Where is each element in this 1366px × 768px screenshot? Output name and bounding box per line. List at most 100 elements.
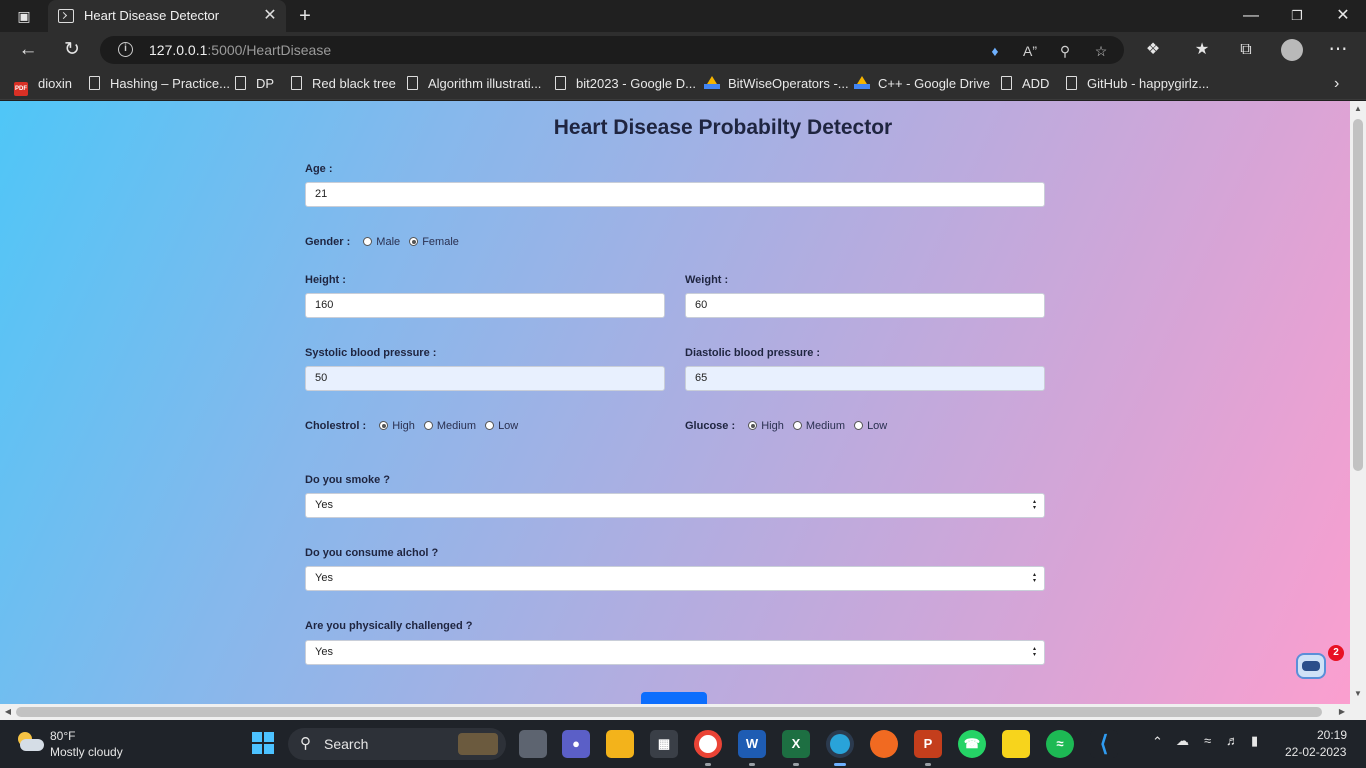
excel-icon[interactable]: X (782, 730, 810, 758)
bookmark-item[interactable]: Hashing – Practice... (89, 68, 230, 100)
refresh-icon[interactable]: ↻ (58, 36, 86, 64)
add-favorite-icon[interactable]: ☆ (1090, 40, 1112, 62)
address-bar[interactable]: i 127.0.0.1:5000/HeartDisease ♦ A” ⚲ ☆ (100, 36, 1124, 64)
glucose-low-radio[interactable] (854, 421, 864, 430)
excel-running-indicator (793, 763, 799, 766)
cholestrol-low-label: Low (498, 420, 519, 432)
bookmark-item[interactable]: GitHub - happygirlz... (1066, 68, 1209, 100)
zoom-icon[interactable]: ⚲ (1054, 40, 1076, 62)
glucose-high-radio[interactable] (748, 421, 758, 430)
bookmark-item[interactable]: DP (235, 68, 274, 100)
document-icon (235, 76, 246, 90)
tab-heart-disease-detector[interactable]: Heart Disease Detector ✕ (48, 0, 286, 32)
taskbar-search[interactable]: ⚲ Search (288, 728, 506, 760)
windows-start-icon[interactable] (250, 730, 276, 758)
powerpoint-running-indicator (925, 763, 931, 766)
bookmark-item[interactable]: PDF dioxin (14, 68, 72, 100)
bookmark-item[interactable]: BitWiseOperators -... (704, 68, 849, 100)
cholestrol-low-radio[interactable] (485, 421, 495, 430)
cholestrol-medium-label: Medium (436, 420, 476, 432)
bookmark-item[interactable]: Algorithm illustrati... (407, 68, 541, 100)
profile-avatar[interactable] (1278, 36, 1306, 64)
smoke-select[interactable]: Yes (305, 493, 1045, 518)
systolic-input[interactable]: 50 (305, 366, 665, 391)
site-info-icon[interactable]: i (118, 42, 133, 57)
new-tab-button[interactable]: + (290, 0, 320, 32)
age-input[interactable]: 21 (305, 182, 1045, 207)
collections-icon[interactable]: ⧉ (1232, 36, 1260, 64)
back-icon[interactable]: ← (14, 36, 42, 64)
microsoft-store-icon[interactable]: ▦ (650, 730, 678, 758)
gender-male-radio[interactable] (363, 237, 373, 246)
cholestrol-medium-radio[interactable] (423, 421, 433, 430)
submit-button[interactable] (641, 692, 707, 704)
url-text: 127.0.0.1:5000/HeartDisease (149, 42, 332, 58)
robot-icon (1296, 653, 1326, 679)
favorites-icon[interactable]: ★ (1188, 36, 1216, 64)
document-icon (407, 76, 418, 90)
scroll-right-arrow-icon[interactable]: ▶ (1334, 704, 1350, 720)
weight-input[interactable]: 60 (685, 293, 1045, 318)
show-hidden-icons-chevron-icon[interactable]: ⌃ (1152, 734, 1163, 750)
powerpoint-icon[interactable]: P (914, 730, 942, 758)
more-menu-icon[interactable]: ⋯ (1324, 36, 1352, 64)
bookmark-item[interactable]: ADD (1001, 68, 1049, 100)
physical-select[interactable]: Yes (305, 640, 1045, 665)
document-icon (1066, 76, 1077, 90)
volume-icon[interactable]: ♬ (1226, 733, 1239, 748)
weather-temp: 80°F (50, 729, 76, 743)
bookmarks-overflow-chevron-icon[interactable]: › (1334, 68, 1339, 100)
scroll-left-arrow-icon[interactable]: ◀ (0, 704, 16, 720)
tab-title: Heart Disease Detector (84, 8, 220, 23)
gender-female-radio[interactable] (409, 237, 419, 246)
clock-date[interactable]: 22-02-2023 (1285, 745, 1346, 759)
vertical-scrollbar[interactable]: ▲ ▼ (1350, 101, 1366, 704)
gender-radio-group: Gender : Male Female (305, 236, 459, 248)
sticky-notes-icon[interactable] (1002, 730, 1030, 758)
scroll-down-arrow-icon[interactable]: ▼ (1350, 689, 1366, 698)
glucose-medium-radio[interactable] (792, 421, 802, 430)
scroll-up-arrow-icon[interactable]: ▲ (1350, 104, 1366, 113)
page-title: Heart Disease Probabilty Detector (553, 116, 893, 139)
height-input[interactable]: 160 (305, 293, 665, 318)
cholestrol-high-label: High (392, 420, 415, 432)
chrome-icon[interactable] (694, 730, 722, 758)
document-icon (1001, 76, 1012, 90)
glucose-low-label: Low (867, 420, 888, 432)
bookmark-item[interactable]: C++ - Google Drive (854, 68, 990, 100)
teams-chat-icon[interactable]: ● (562, 730, 590, 758)
terminal-favicon-icon (58, 9, 74, 23)
wifi-icon[interactable]: ≈ (1204, 733, 1211, 748)
edge-icon[interactable] (826, 730, 854, 758)
battery-icon[interactable]: ▮ (1251, 733, 1258, 749)
diastolic-input[interactable]: 65 (685, 366, 1045, 391)
horizontal-scroll-thumb[interactable] (16, 707, 1322, 717)
tab-actions-icon[interactable]: ▣ (9, 0, 39, 32)
firefox-icon[interactable] (870, 730, 898, 758)
physical-label: Are you physically challenged ? (305, 620, 473, 632)
spotify-icon[interactable]: ≈ (1046, 730, 1074, 758)
coupon-tag-icon[interactable]: ♦ (984, 40, 1006, 62)
vertical-scroll-thumb[interactable] (1353, 119, 1363, 471)
alcohol-select[interactable]: Yes (305, 566, 1045, 591)
restore-icon[interactable]: ❐ (1274, 0, 1320, 32)
task-view-icon[interactable] (519, 730, 547, 758)
clock-time[interactable]: 20:19 (1317, 728, 1347, 742)
extensions-icon[interactable]: ❖ (1139, 36, 1167, 64)
google-drive-icon (854, 76, 870, 89)
word-icon[interactable]: W (738, 730, 766, 758)
read-aloud-icon[interactable]: A” (1019, 40, 1041, 62)
bookmark-item[interactable]: bit2023 - Google D... (555, 68, 696, 100)
whatsapp-icon[interactable]: ☎ (958, 730, 986, 758)
onedrive-icon[interactable]: ☁ (1176, 733, 1189, 749)
cholestrol-high-radio[interactable] (379, 421, 389, 430)
weather-cloud-icon[interactable] (16, 732, 44, 754)
close-tab-icon[interactable]: ✕ (260, 0, 280, 32)
minimize-icon[interactable]: — (1228, 0, 1274, 32)
file-explorer-icon[interactable] (606, 730, 634, 758)
vscode-icon[interactable]: ⟨ (1090, 730, 1118, 758)
close-window-icon[interactable]: ✕ (1320, 0, 1366, 32)
bookmark-item[interactable]: Red black tree (291, 68, 396, 100)
chatbot-launcher[interactable]: 2 (1290, 645, 1344, 689)
horizontal-scrollbar[interactable]: ◀ ▶ (0, 704, 1366, 720)
